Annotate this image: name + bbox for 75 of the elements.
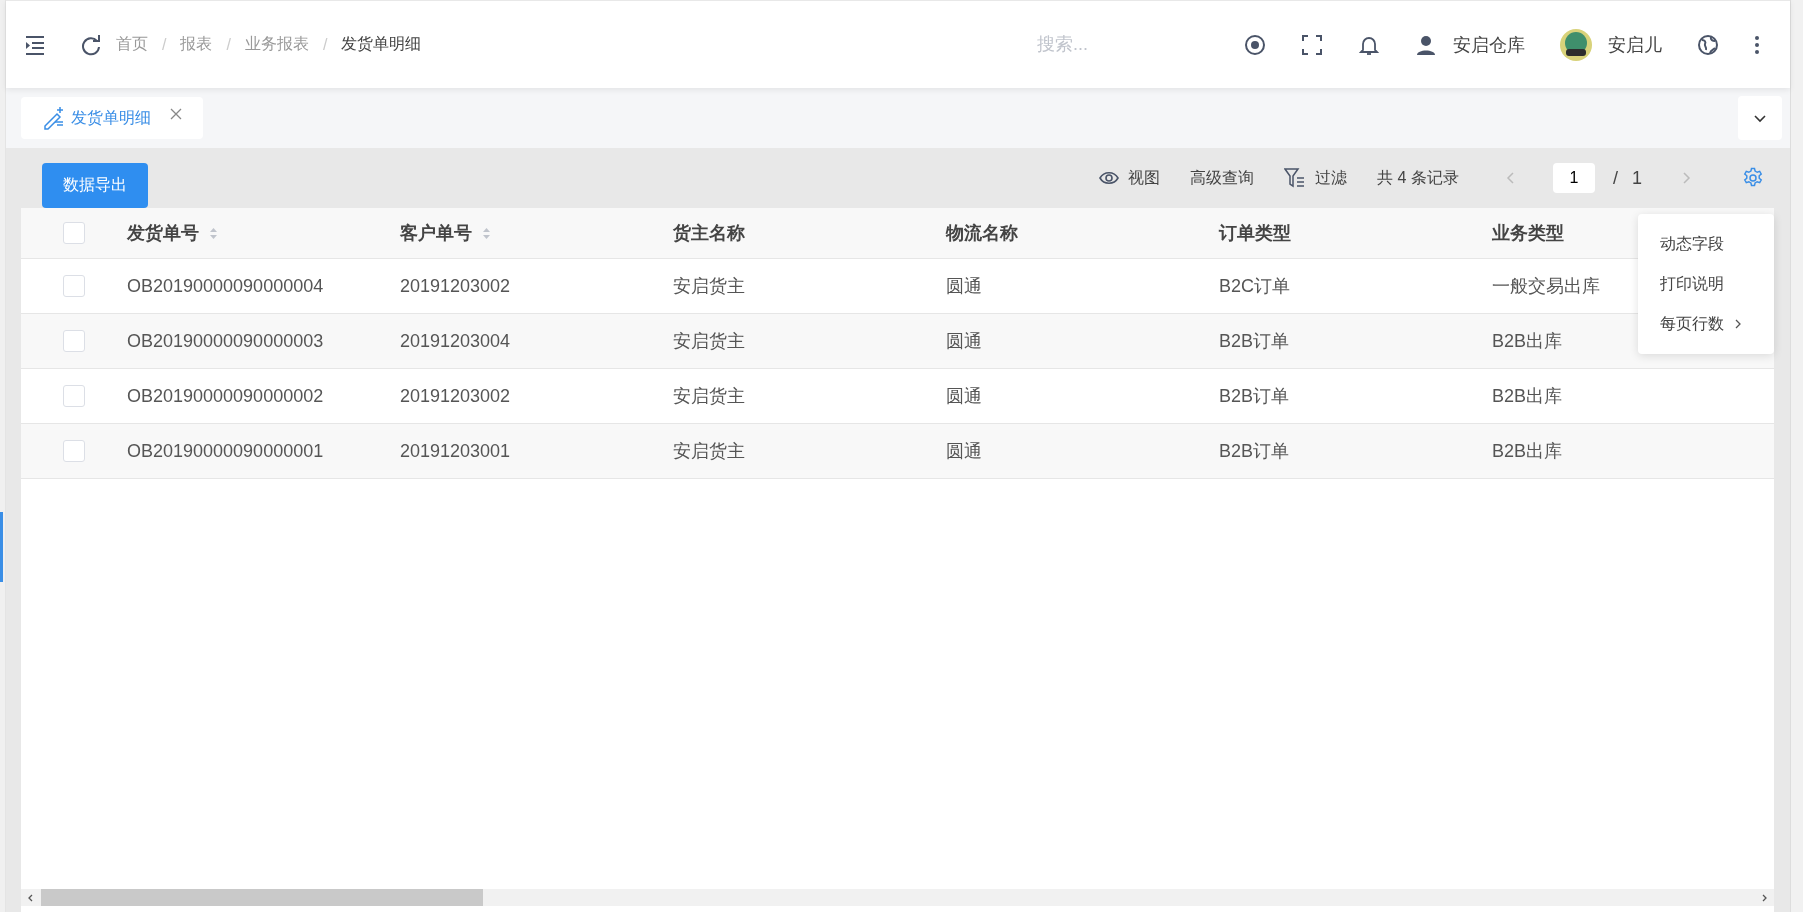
avatar-icon	[1560, 28, 1592, 61]
table-cell-text: 圆通	[946, 330, 982, 353]
breadcrumb-item: 发货单明细	[341, 34, 422, 54]
sort-icon[interactable]	[482, 226, 491, 240]
breadcrumb-separator: /	[162, 35, 167, 54]
tabs-dropdown-button[interactable]	[1738, 96, 1782, 140]
record-count: 共 4 条记录	[1377, 167, 1459, 188]
filter-button[interactable]: 过滤	[1284, 167, 1348, 189]
menu-item[interactable]: 动态字段	[1638, 224, 1774, 264]
table-cell-text: 圆通	[946, 385, 982, 408]
table-cell: OB20190000090000001	[127, 440, 324, 462]
column-header[interactable]: 订单类型	[1219, 221, 1291, 245]
table-cell: 20191203002	[400, 275, 511, 297]
table-cell-text: 安启货主	[673, 385, 745, 408]
sidebar-indicator	[0, 512, 3, 582]
horizontal-scrollbar[interactable]	[21, 889, 1774, 906]
fullscreen-icon[interactable]	[1301, 33, 1323, 56]
filter-icon	[1284, 167, 1307, 189]
close-icon[interactable]	[169, 107, 183, 121]
table-cell: 20191203004	[400, 330, 511, 352]
checkbox[interactable]	[63, 440, 85, 462]
table-cell: OB20190000090000002	[127, 385, 324, 407]
column-header[interactable]: 发货单号	[127, 221, 199, 245]
next-page-icon[interactable]	[1682, 171, 1692, 185]
column-header[interactable]: 物流名称	[946, 221, 1018, 245]
checkbox[interactable]	[63, 330, 85, 352]
advanced-query-button[interactable]: 高级查询	[1190, 167, 1255, 189]
table-cell-text: B2C订单	[1219, 275, 1290, 298]
record-icon[interactable]	[1244, 33, 1266, 56]
table-cell-text: 安启货主	[673, 275, 745, 298]
page-total: 1	[1632, 167, 1642, 189]
table-cell-text: B2B订单	[1219, 440, 1290, 463]
user-icon	[1415, 33, 1437, 56]
more-vertical-icon[interactable]	[1754, 34, 1760, 55]
scrollbar-thumb[interactable]	[41, 889, 483, 906]
user-menu-button[interactable]: 安启儿	[1560, 28, 1662, 61]
table-cell: 20191203001	[400, 440, 511, 462]
page-input[interactable]: 1	[1552, 163, 1595, 193]
pencil-icon	[41, 106, 65, 130]
view-button[interactable]: 视图	[1099, 167, 1161, 189]
page-tab[interactable]: 发货单明细	[21, 97, 203, 139]
table-cell-text: B2B出库	[1492, 440, 1563, 463]
sort-icon[interactable]	[209, 226, 218, 240]
menu-item[interactable]: 每页行数	[1638, 304, 1774, 344]
table-cell-text: 一般交易出库	[1492, 275, 1600, 298]
page-separator: /	[1612, 167, 1618, 189]
table-cell-text: 安启货主	[673, 440, 745, 463]
column-header[interactable]: 货主名称	[673, 221, 745, 245]
checkbox[interactable]	[63, 385, 85, 407]
refresh-icon[interactable]	[80, 33, 102, 56]
table-cell: 20191203002	[400, 385, 511, 407]
table-cell-text: B2B出库	[1492, 330, 1563, 353]
breadcrumb-separator: /	[226, 35, 231, 54]
table-cell-text: B2B订单	[1219, 385, 1290, 408]
table-cell-text: 圆通	[946, 275, 982, 298]
checkbox[interactable]	[63, 222, 85, 244]
menu-item[interactable]: 打印说明	[1638, 264, 1774, 304]
table-cell-text: 安启货主	[673, 330, 745, 353]
globe-icon[interactable]	[1697, 33, 1719, 56]
chevron-right-icon	[1734, 318, 1742, 330]
table-cell: OB20190000090000004	[127, 275, 324, 297]
previous-page-icon[interactable]	[1504, 171, 1515, 185]
checkbox[interactable]	[63, 275, 85, 297]
table-cell-text: B2B订单	[1219, 330, 1290, 353]
table-cell-text: B2B出库	[1492, 385, 1563, 408]
table-cell-text: 圆通	[946, 440, 982, 463]
column-header[interactable]: 客户单号	[400, 221, 472, 245]
table-cell: OB20190000090000003	[127, 330, 324, 352]
menu-icon[interactable]	[24, 33, 46, 56]
vertical-scrollbar[interactable]	[1790, 0, 1803, 912]
settings-icon[interactable]	[1742, 167, 1764, 189]
eye-icon	[1099, 169, 1120, 187]
column-header[interactable]: 业务类型	[1492, 221, 1564, 245]
warehouse-button[interactable]: 安启仓库	[1415, 32, 1525, 57]
breadcrumb-separator: /	[322, 35, 328, 54]
